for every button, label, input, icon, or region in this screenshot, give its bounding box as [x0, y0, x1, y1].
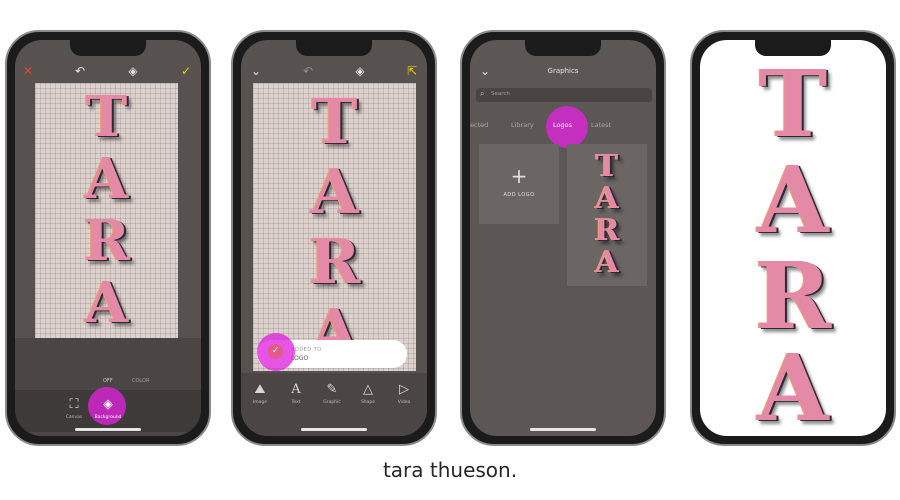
home-indicator — [530, 428, 596, 431]
editor-top-bar: ✕ ↶ ◈ ✓ — [15, 62, 201, 80]
add-logo-label: ADD LOGO — [503, 192, 535, 198]
logo-letter-a: A — [595, 245, 619, 280]
logo-letter-a: A — [310, 155, 359, 228]
bottom-tool-tray: OFF COLOR ⛶ Canvas ◈ Background — [15, 338, 201, 436]
search-placeholder: Search — [491, 91, 510, 97]
phone-notch — [755, 40, 831, 56]
text-icon: A — [291, 382, 301, 397]
check-icon[interactable]: ✓ — [177, 62, 195, 80]
graphic-icon: ✎ — [326, 382, 338, 397]
phone-added-to-logo: ⌄ ↶ ◈ ⇱ T A R A ADDED TO LOGO ✓ ⛰ Image — [231, 30, 437, 446]
video-icon: ▷ — [399, 382, 409, 397]
phone-screen: T A R A — [700, 40, 886, 436]
option-color[interactable]: COLOR — [132, 378, 149, 384]
tab-selected[interactable]: ected — [470, 121, 488, 129]
phone-notch — [70, 40, 146, 56]
tool-image[interactable]: ⛰ Image — [245, 382, 275, 406]
paint-bucket-icon: ◈ — [103, 397, 113, 412]
undo-icon[interactable]: ↶ — [299, 62, 317, 80]
logo-letter-r: R — [594, 213, 620, 248]
tool-background[interactable]: ◈ Background — [93, 397, 123, 421]
crop-icon: ⛶ — [69, 397, 79, 412]
chevron-down-icon[interactable]: ⌄ — [247, 62, 265, 80]
logo-letter-r: R — [83, 208, 130, 274]
close-icon[interactable]: ✕ — [19, 62, 37, 80]
design-canvas[interactable]: T A R A — [35, 83, 178, 339]
tutorial-stage: ✕ ↶ ◈ ✓ T A R A OFF COLOR ⛶ Canvas ◈ Bac… — [0, 0, 900, 500]
logo-letter-a: A — [757, 334, 829, 436]
phone-screen: ⌄ Graphics ⌕ Search ected Library Logos … — [470, 40, 656, 436]
export-icon[interactable]: ⇱ — [403, 62, 421, 80]
tool-graphic[interactable]: ✎ Graphic — [317, 382, 347, 406]
logo-letter-a: A — [84, 146, 129, 212]
editor-top-bar: ⌄ ↶ ◈ ⇱ — [241, 62, 427, 80]
tool-text[interactable]: A Text — [281, 382, 311, 406]
phone-canvas-settings: ✕ ↶ ◈ ✓ T A R A OFF COLOR ⛶ Canvas ◈ Bac… — [5, 30, 211, 446]
logo-letter-t: T — [595, 149, 619, 184]
layers-icon[interactable]: ◈ — [124, 62, 142, 80]
phone-graphics-logos: ⌄ Graphics ⌕ Search ected Library Logos … — [460, 30, 666, 446]
tool-shape[interactable]: △ Shape — [353, 382, 383, 406]
home-indicator — [301, 428, 367, 431]
tab-library[interactable]: Library — [511, 121, 534, 129]
add-logo-tile[interactable]: + ADD LOGO — [479, 144, 559, 224]
design-canvas[interactable]: T A R A — [253, 83, 416, 371]
logo-letter-a: A — [757, 146, 829, 254]
search-icon: ⌕ — [480, 89, 485, 98]
tool-canvas[interactable]: ⛶ Canvas — [61, 397, 87, 421]
plus-icon: + — [510, 164, 528, 188]
bottom-tool-tray: ⛰ Image A Text ✎ Graphic △ Shape ▷ Video — [241, 373, 427, 436]
search-input[interactable]: ⌕ Search — [476, 88, 652, 102]
phone-final-logo: T A R A — [690, 30, 896, 446]
logo-letter-r: R — [754, 242, 832, 350]
phone-screen: ✕ ↶ ◈ ✓ T A R A OFF COLOR ⛶ Canvas ◈ Bac… — [15, 40, 201, 436]
home-indicator — [75, 428, 141, 431]
logo-letter-t: T — [85, 84, 128, 150]
check-circle-icon: ✓ — [268, 344, 283, 359]
phone-notch — [525, 40, 601, 56]
graphics-title: Graphics — [547, 67, 579, 75]
logo-letter-a: A — [595, 181, 619, 216]
shape-icon: △ — [363, 382, 373, 397]
tool-video[interactable]: ▷ Video — [389, 382, 419, 406]
option-off[interactable]: OFF — [103, 378, 113, 384]
toast-line-1: ADDED TO — [291, 347, 322, 353]
phone-screen: ⌄ ↶ ◈ ⇱ T A R A ADDED TO LOGO ✓ ⛰ Image — [241, 40, 427, 436]
tab-latest[interactable]: Latest — [591, 121, 611, 129]
undo-icon[interactable]: ↶ — [71, 62, 89, 80]
graphics-header: ⌄ Graphics — [470, 62, 656, 80]
tab-logos[interactable]: Logos — [553, 121, 572, 129]
logo-letter-t: T — [758, 50, 828, 158]
logo-thumbnail[interactable]: T A R A — [567, 144, 647, 286]
layers-icon[interactable]: ◈ — [351, 62, 369, 80]
image-icon: ⛰ — [254, 382, 266, 397]
phone-notch — [296, 40, 372, 56]
logo-letter-a: A — [84, 270, 129, 336]
logo-letter-t: T — [311, 85, 358, 158]
author-caption: tara thueson. — [382, 458, 518, 482]
logo-letter-r: R — [308, 225, 361, 298]
